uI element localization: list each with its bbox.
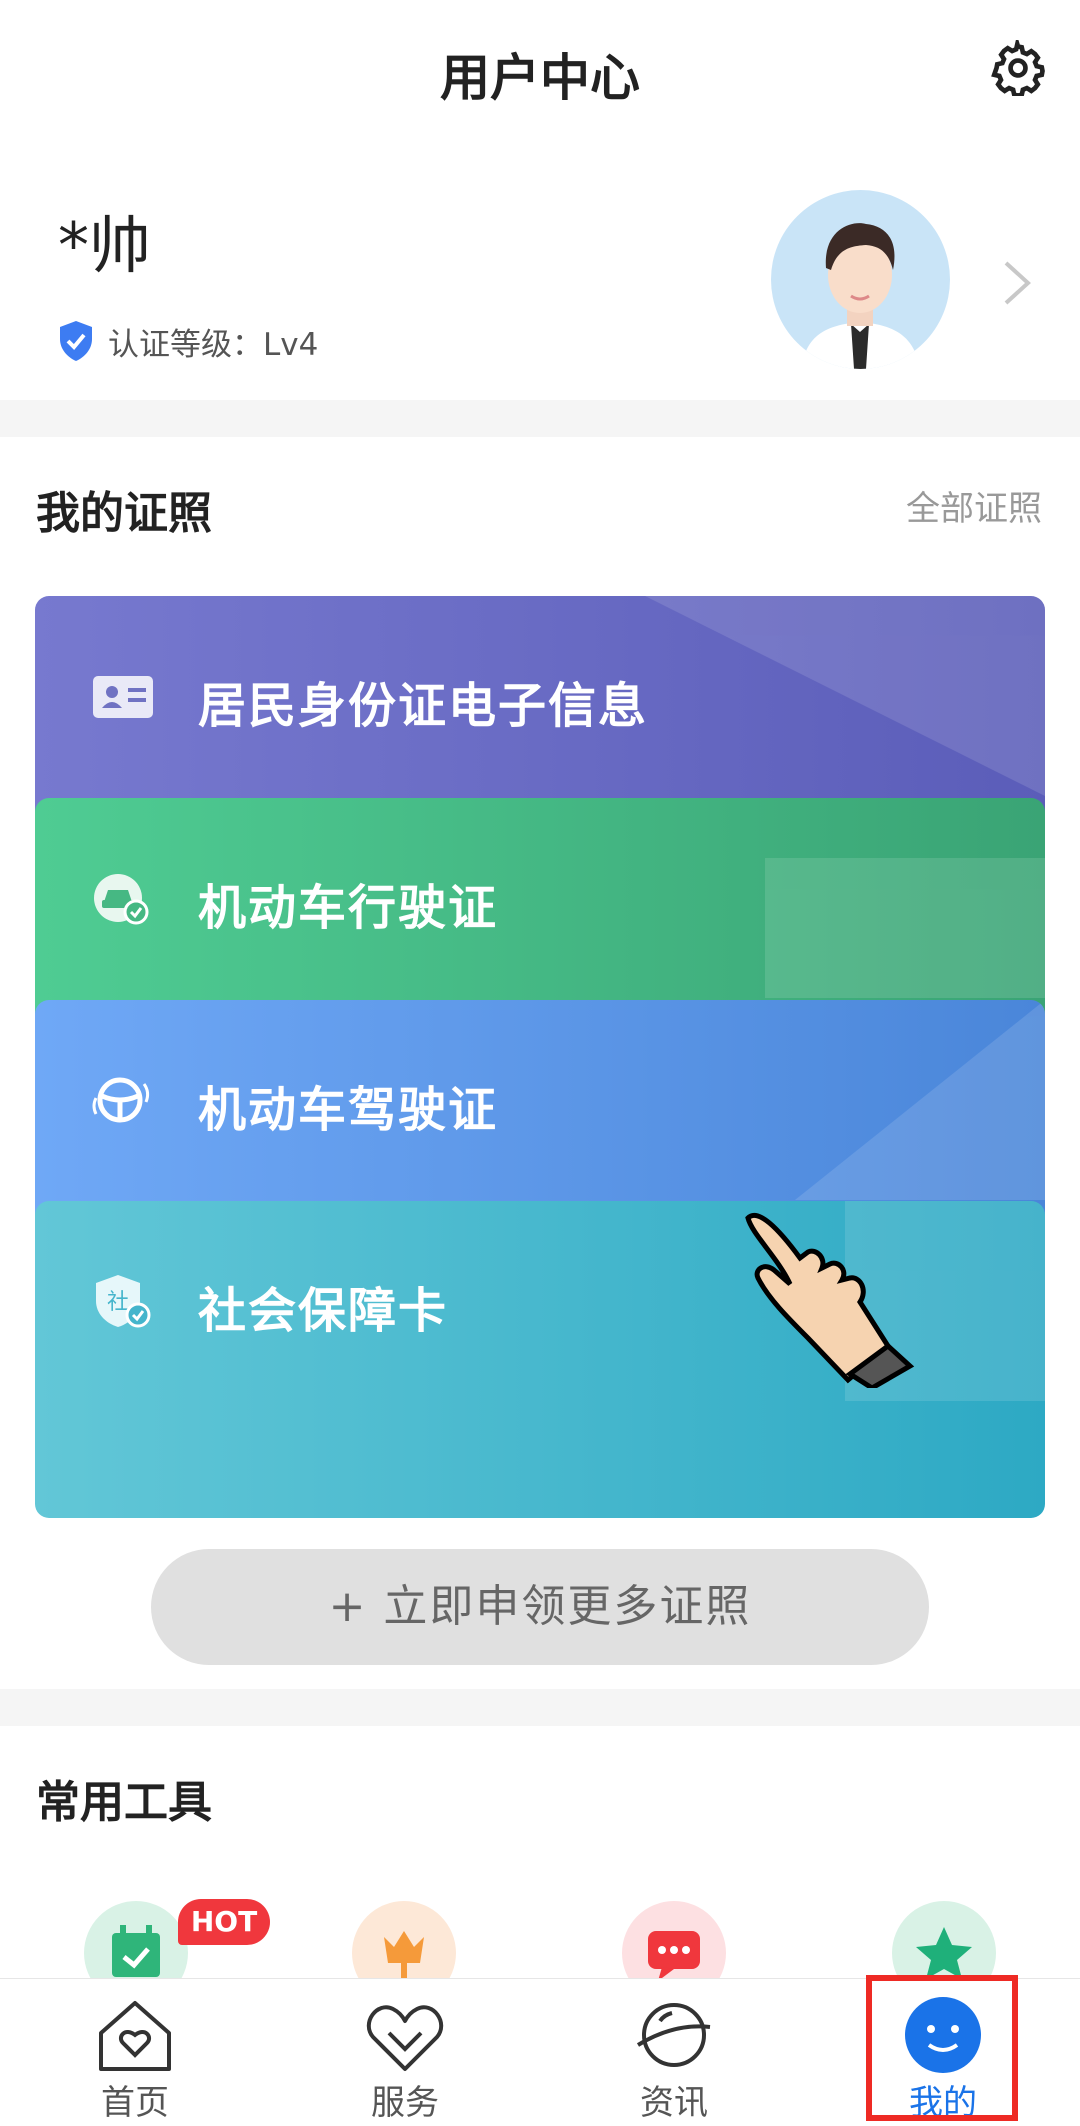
home-heart-icon	[99, 2001, 171, 2071]
apply-more-licenses-button[interactable]: + 立即申领更多证照	[151, 1549, 929, 1665]
username: *帅	[58, 209, 152, 282]
hand-pointer-icon	[745, 1213, 915, 1388]
license-card-id[interactable]: 居民身份证电子信息	[35, 596, 1045, 826]
licenses-title: 我的证照	[36, 488, 212, 539]
license-card-driver[interactable]: 机动车驾驶证	[35, 1000, 1045, 1230]
license-name: 社会保障卡	[198, 1283, 449, 1339]
shield-check-icon	[60, 321, 92, 361]
gear-icon[interactable]	[990, 40, 1046, 96]
license-name: 机动车驾驶证	[198, 1082, 499, 1138]
profile-section[interactable]: *帅 认证等级：Lv4	[0, 150, 1080, 400]
tools-title: 常用工具	[36, 1777, 212, 1828]
license-name: 机动车行驶证	[198, 880, 499, 936]
license-name: 居民身份证电子信息	[198, 678, 649, 734]
card-decoration	[795, 1000, 1045, 1200]
card-decoration	[765, 858, 1045, 998]
nav-label: 首页	[101, 2083, 169, 2123]
nav-label: 资讯	[640, 2083, 708, 2123]
license-card-vehicle[interactable]: 机动车行驶证	[35, 798, 1045, 1028]
avatar[interactable]	[771, 190, 950, 369]
all-licenses-link[interactable]: 全部证照	[906, 481, 1042, 530]
avatar-man-icon	[801, 223, 920, 369]
id-card-icon	[93, 676, 153, 718]
nav-service[interactable]: 服务	[305, 1979, 505, 2123]
heart-service-icon	[366, 2005, 444, 2071]
header: 用户中心	[0, 0, 1080, 150]
chevron-right-icon[interactable]	[1000, 258, 1034, 308]
page-title: 用户中心	[440, 49, 640, 107]
cert-level-label: 认证等级：Lv4	[108, 326, 319, 363]
social-shield-icon: 社	[96, 1275, 151, 1328]
hot-badge: HOT	[178, 1899, 270, 1945]
licenses-section: 我的证照 全部证照 居民身份证电子信息 机动车行驶证 机动车驾驶证 社 社会保障…	[0, 437, 1080, 1689]
svg-text:社: 社	[107, 1290, 129, 1315]
card-decoration	[645, 596, 1045, 796]
steering-wheel-icon	[92, 1077, 150, 1123]
nav-news[interactable]: 资讯	[574, 1979, 774, 2123]
planet-icon	[636, 2003, 711, 2067]
nav-home[interactable]: 首页	[35, 1979, 235, 2123]
car-check-icon	[94, 874, 149, 925]
cert-level-row: 认证等级：Lv4	[56, 318, 318, 364]
highlight-box	[866, 1975, 1018, 2121]
nav-label: 服务	[371, 2083, 439, 2123]
